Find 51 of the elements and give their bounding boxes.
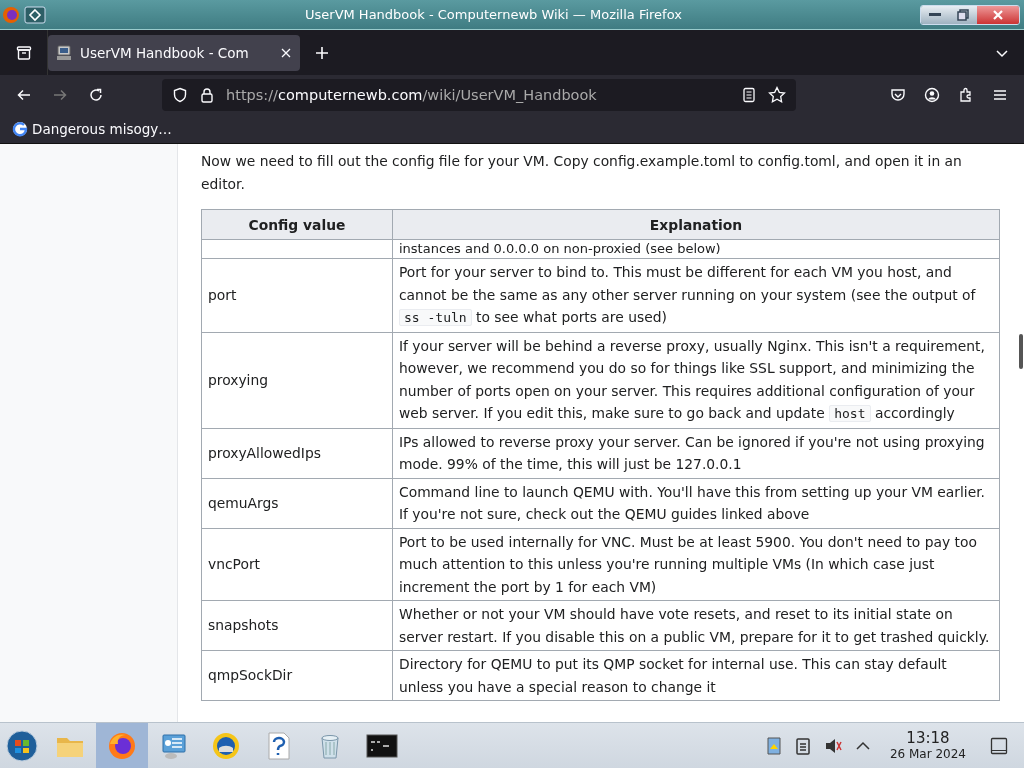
table-cell: qemuArgs: [201, 478, 393, 528]
table-cell: port: [201, 258, 393, 332]
google-icon: [12, 121, 28, 137]
tab-list-icon[interactable]: [15, 44, 32, 61]
clock[interactable]: 13:18 26 Mar 2024: [889, 730, 966, 761]
column-header: Config value: [201, 209, 393, 240]
minimize-icon: [929, 12, 941, 17]
table-cell: Directory for QEMU to put its QMP socket for internal use. This can stay default unless you have a special reason to change it: [392, 650, 1000, 701]
reader-view-icon[interactable]: [742, 87, 756, 103]
table-cell: If your server will be behind a reverse proxy, usually Nginx. This isn't a requirement, however, we recommend you do so for things like SSL support, and minimizing the number of ports open on your server. This requires additional configuration of your web server. If you edit this, make sure to go back and update host accordingly: [392, 332, 1000, 428]
table-cell: IPs allowed to reverse proxy your server. Can be ignored if you're not using proxying mode. 99% of the time, this will just be 127.0.0.1: [392, 428, 1000, 478]
bookmark-item[interactable]: Dangerous misogy…: [12, 121, 172, 137]
reload-icon[interactable]: [88, 87, 104, 103]
clipboard-icon[interactable]: [795, 736, 810, 755]
table-cell: qmpSockDir: [201, 650, 393, 701]
star-icon[interactable]: [768, 86, 786, 104]
table-cell: Port for your server to bind to. This must be different for each VM you host, and cannot be the same as any other server running on your system (see the output of ss -tuln to see what ports are used): [392, 258, 1000, 332]
column-header: Explanation: [392, 209, 1000, 240]
browser-tab[interactable]: UserVM Handbook - Com: [48, 34, 300, 71]
menu-icon[interactable]: [992, 87, 1008, 103]
new-tab-icon[interactable]: [314, 44, 330, 61]
close-icon: [992, 8, 1004, 21]
table-cell: Whether or not your VM should have vote resets, and reset to its initial state on server restart. If you disable this on a public VM, prepare for it to get trashed quickly.: [392, 600, 1000, 651]
window-menu-icon[interactable]: [24, 5, 46, 24]
maximize-icon: [957, 8, 969, 21]
table-cell: Port to be used internally for VNC. Must be at least 5900. You don't need to pay too much attention to this unless you're running multiple VMs (In which case just increment the port by 1 for each VM): [392, 528, 1000, 601]
table-cell: instances and 0.0.0.0 on non-proxied (see below): [392, 239, 1000, 259]
close-button[interactable]: [977, 5, 1019, 24]
computer-icon: [56, 44, 72, 61]
maximize-button[interactable]: [949, 5, 977, 24]
show-desktop-icon[interactable]: [990, 736, 1008, 755]
table-cell: Command line to launch QEMU with. You'll have this from setting up your VM earlier. If you're not sure, check out the QEMU guides linked above: [392, 478, 1000, 528]
table-cell: proxyAllowedIps: [201, 428, 393, 478]
caret-up-icon[interactable]: [855, 740, 870, 751]
minimize-button[interactable]: [921, 5, 949, 24]
account-icon[interactable]: [924, 87, 940, 103]
shield-icon[interactable]: [172, 87, 188, 103]
lock-icon[interactable]: [200, 87, 214, 103]
scrollbar-thumb[interactable]: [1019, 334, 1023, 369]
intro-paragraph: Now we need to fill out the config file for your VM. Copy config.example.toml to config.toml, and open it in an editor.: [201, 152, 963, 194]
pocket-icon[interactable]: [890, 87, 906, 103]
close-tab-icon[interactable]: [280, 46, 292, 59]
back-icon[interactable]: [16, 87, 32, 103]
puzzle-icon[interactable]: [958, 87, 974, 103]
table-cell: proxying: [201, 332, 393, 428]
muted-speaker-icon[interactable]: [823, 736, 842, 755]
forward-icon[interactable]: [52, 87, 68, 103]
window-title: UserVM Handbook - Computernewb Wiki — Mozilla Firefox: [305, 7, 682, 22]
table-cell: vncPort: [201, 528, 393, 601]
table-cell: snapshots: [201, 600, 393, 651]
start-button[interactable]: [6, 729, 38, 762]
